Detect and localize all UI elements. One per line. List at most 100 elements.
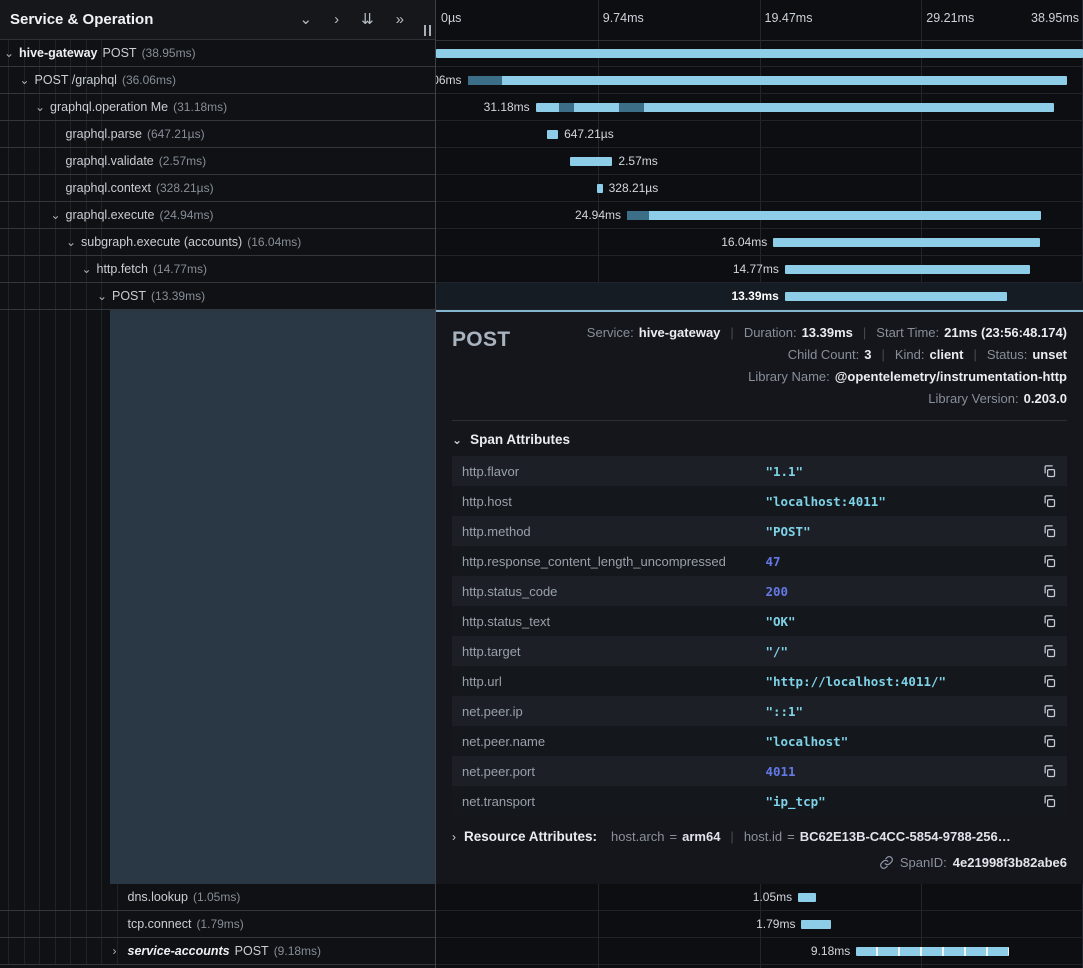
span-bar-row[interactable]: 1.05ms	[436, 884, 1083, 911]
span-bar-row[interactable]: 14.77ms	[436, 256, 1083, 283]
copy-icon[interactable]	[1042, 464, 1057, 479]
copy-icon[interactable]	[1042, 764, 1057, 779]
copy-icon[interactable]	[1042, 674, 1057, 689]
resource-attribute-preview: host.id=BC62E13B-C4CC-5854-9788-256…	[744, 829, 1011, 844]
tree-row[interactable]: tcp.connect (1.79ms)	[0, 911, 436, 938]
span-bar-row[interactable]: 328.21µs	[436, 175, 1083, 202]
attribute-key: net.peer.port	[462, 764, 765, 779]
attribute-key: net.peer.name	[462, 734, 765, 749]
span-bar[interactable]	[547, 130, 558, 139]
span-bar[interactable]	[773, 238, 1039, 247]
span-operation-name: POST /graphql	[35, 73, 117, 87]
tree-row[interactable]: ›service-accountsPOST(9.18ms)	[0, 938, 436, 965]
span-duration: (24.94ms)	[159, 208, 213, 222]
copy-icon[interactable]	[1042, 704, 1057, 719]
span-tree-panel: Service & Operation ⌄›⇊» ⌄hive-gatewayPO…	[0, 0, 436, 968]
span-bar[interactable]	[570, 157, 613, 166]
span-bar[interactable]	[436, 49, 1083, 58]
span-duration: (1.05ms)	[193, 890, 240, 904]
span-bar[interactable]	[856, 947, 1008, 956]
double-chevron-right-icon[interactable]: »	[396, 0, 404, 40]
chevron-down-icon[interactable]: ⌄	[97, 290, 112, 302]
tree-row[interactable]: graphql.parse(647.21µs)	[0, 121, 436, 148]
chevron-right-icon[interactable]: ›	[334, 0, 339, 40]
copy-icon[interactable]	[1042, 794, 1057, 809]
attribute-key: http.status_text	[462, 614, 765, 629]
tree-row[interactable]: ⌄http.fetch(14.77ms)	[0, 256, 436, 283]
span-duration-label: 16.04ms	[721, 229, 773, 255]
link-icon[interactable]	[879, 855, 894, 870]
tree-row[interactable]: ⌄graphql.execute(24.94ms)	[0, 202, 436, 229]
copy-icon[interactable]	[1042, 584, 1057, 599]
span-operation-name: graphql.context	[66, 181, 151, 195]
attribute-value: "OK"	[765, 614, 1042, 629]
chevron-down-icon[interactable]: ⌄	[82, 263, 97, 275]
chevron-right-icon[interactable]: ›	[113, 945, 128, 957]
timeline-panel: 0µs9.74ms19.47ms29.21ms38.95ms 36.06ms31…	[436, 0, 1083, 968]
chevron-down-icon[interactable]: ⌄	[35, 101, 50, 113]
span-bar[interactable]	[785, 292, 1007, 301]
span-operation-name: http.fetch	[97, 262, 148, 276]
attribute-value: "ip_tcp"	[765, 794, 1042, 809]
copy-icon[interactable]	[1042, 614, 1057, 629]
attribute-key: http.host	[462, 494, 765, 509]
copy-icon[interactable]	[1042, 554, 1057, 569]
span-detail-spacer	[110, 310, 436, 884]
span-bar-row[interactable]: 9.18ms	[436, 938, 1083, 965]
span-bar-row[interactable]: 13.39ms	[436, 283, 1083, 310]
span-duration-label: 31.18ms	[484, 94, 536, 120]
attribute-value: "http://localhost:4011/"	[765, 674, 1042, 689]
meta-value: client	[930, 344, 964, 366]
ruler-tick-label: 38.95ms	[1031, 11, 1079, 25]
tree-row[interactable]: ⌄graphql.operation Me(31.18ms)	[0, 94, 436, 121]
span-bar-row[interactable]: 24.94ms	[436, 202, 1083, 229]
span-bar-row[interactable]: 31.18ms	[436, 94, 1083, 121]
span-bar[interactable]	[798, 893, 815, 902]
attribute-value: 200	[765, 584, 1042, 599]
panel-resize-handle[interactable]	[424, 25, 431, 36]
tree-row[interactable]: graphql.validate(2.57ms)	[0, 148, 436, 175]
attribute-row: net.peer.ip"::1"	[452, 696, 1067, 726]
span-bar-row[interactable]: 1.79ms	[436, 911, 1083, 938]
span-operation-name: dns.lookup	[128, 890, 188, 904]
span-bar[interactable]	[536, 103, 1054, 112]
chevron-down-icon[interactable]: ⌄	[20, 74, 35, 86]
span-duration: (9.18ms)	[274, 944, 321, 958]
span-duration-label: 13.39ms	[731, 283, 784, 309]
chevron-down-icon[interactable]: ⌄	[66, 236, 81, 248]
tree-row[interactable]: ⌄subgraph.execute (accounts)(16.04ms)	[0, 229, 436, 256]
copy-icon[interactable]	[1042, 524, 1057, 539]
span-duration: (1.79ms)	[196, 917, 243, 931]
panel-divider[interactable]	[435, 0, 436, 968]
tree-row[interactable]: dns.lookup (1.05ms)	[0, 884, 436, 911]
span-bar-row[interactable]: 2.57ms	[436, 148, 1083, 175]
span-bar-row[interactable]: 16.04ms	[436, 229, 1083, 256]
copy-icon[interactable]	[1042, 644, 1057, 659]
span-bar-row[interactable]	[436, 40, 1083, 67]
tree-row[interactable]: ⌄POST(13.39ms)	[0, 283, 436, 310]
span-bar-segment	[619, 103, 644, 112]
attribute-row: http.status_text"OK"	[452, 606, 1067, 636]
tree-row[interactable]: ⌄POST /graphql(36.06ms)	[0, 67, 436, 94]
span-operation-name: tcp.connect	[128, 917, 192, 931]
span-bar-row[interactable]: 36.06ms	[436, 67, 1083, 94]
span-bar[interactable]	[801, 920, 831, 929]
span-bar[interactable]	[468, 76, 1067, 85]
span-bar-row[interactable]: 647.21µs	[436, 121, 1083, 148]
copy-icon[interactable]	[1042, 734, 1057, 749]
span-bar[interactable]	[627, 211, 1041, 220]
span-bar[interactable]	[785, 265, 1030, 274]
tree-row[interactable]: ⌄hive-gatewayPOST(38.95ms)	[0, 40, 436, 67]
attribute-key: http.response_content_length_uncompresse…	[462, 554, 765, 569]
tree-row[interactable]: graphql.context(328.21µs)	[0, 175, 436, 202]
double-chevron-down-icon[interactable]: ⇊	[361, 0, 374, 40]
meta-value: unset	[1032, 344, 1067, 366]
chevron-down-icon[interactable]: ⌄	[51, 209, 66, 221]
copy-icon[interactable]	[1042, 494, 1057, 509]
span-attributes-toggle[interactable]: ⌄ Span Attributes	[452, 421, 1067, 456]
resource-attributes-toggle[interactable]: › Resource Attributes: host.arch=arm64|h…	[452, 816, 1067, 844]
chevron-down-icon[interactable]: ⌄	[4, 47, 19, 59]
chevron-down-icon[interactable]: ⌄	[300, 0, 313, 40]
attribute-row: http.url"http://localhost:4011/"	[452, 666, 1067, 696]
attribute-row: http.host"localhost:4011"	[452, 486, 1067, 516]
